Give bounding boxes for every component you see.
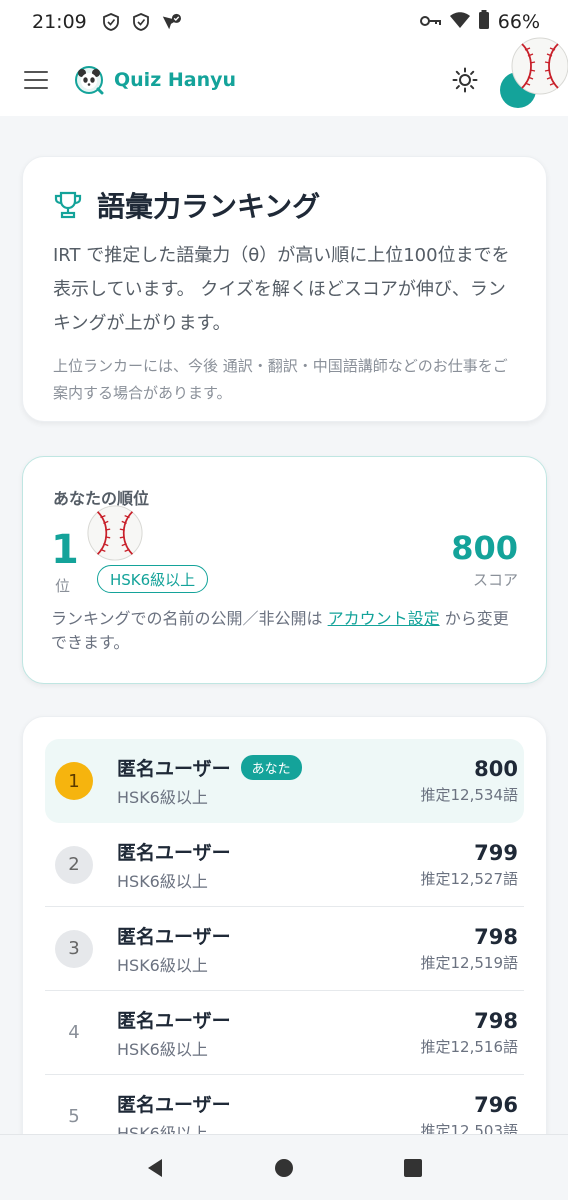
my-rank-number: 1 bbox=[51, 527, 79, 573]
ranking-score: 800 推定12,534語 bbox=[421, 757, 519, 805]
shield-icon bbox=[101, 12, 121, 32]
user-name-row: 匿名ユーザー bbox=[117, 1006, 421, 1033]
my-rank-card: あなたの順位 1 位 HSK6級以上 800 スコア ランキングでの名前の公開／… bbox=[22, 456, 547, 684]
ranking-user: 匿名ユーザー HSK6級以上 bbox=[117, 922, 421, 976]
my-rank-unit: 位 bbox=[55, 577, 71, 595]
user-vocab: 推定12,534語 bbox=[420, 786, 519, 804]
app-notification-icon bbox=[161, 12, 181, 32]
ranking-row[interactable]: 3 匿名ユーザー HSK6級以上 798 推定12,519語 bbox=[45, 907, 524, 991]
panda-logo-icon bbox=[75, 66, 104, 95]
user-name: 匿名ユーザー bbox=[117, 1009, 231, 1032]
status-bar: 21:09 66% bbox=[0, 0, 568, 44]
user-name: 匿名ユーザー bbox=[117, 758, 231, 780]
key-icon bbox=[419, 11, 442, 33]
rank-position: 5 bbox=[68, 1106, 80, 1127]
ranking-user: 匿名ユーザー あなた HSK6級以上 bbox=[117, 754, 421, 808]
user-level: HSK6級以上 bbox=[117, 871, 208, 891]
user-name: 匿名ユーザー bbox=[117, 1093, 231, 1116]
ranking-row[interactable]: 2 匿名ユーザー HSK6級以上 799 推定12,527語 bbox=[45, 823, 524, 907]
visibility-note: ランキングでの名前の公開／非公開は アカウント設定 から変更できます。 bbox=[51, 607, 518, 655]
user-level: HSK6級以上 bbox=[117, 955, 208, 975]
back-icon[interactable] bbox=[141, 1154, 169, 1182]
user-name-row: 匿名ユーザー bbox=[117, 922, 421, 949]
user-name-row: 匿名ユーザー あなた bbox=[117, 754, 421, 781]
user-name-row: 匿名ユーザー bbox=[117, 838, 421, 865]
sun-icon[interactable] bbox=[452, 67, 478, 93]
user-score: 799 bbox=[474, 840, 518, 865]
ranking-row[interactable]: 4 匿名ユーザー HSK6級以上 798 推定12,516語 bbox=[45, 991, 524, 1075]
user-level: HSK6級以上 bbox=[117, 788, 208, 807]
screen: 21:09 66% Quiz Hanyu 語彙力ランキング IRT で推定した語… bbox=[0, 0, 568, 1200]
user-score: 800 bbox=[474, 757, 518, 781]
user-score: 798 bbox=[474, 1008, 518, 1033]
wifi-icon bbox=[449, 11, 470, 34]
intro-title-row: 語彙力ランキング bbox=[53, 185, 516, 225]
app-title: Quiz Hanyu bbox=[114, 69, 237, 91]
user-vocab: 推定12,519語 bbox=[420, 953, 519, 972]
home-icon[interactable] bbox=[270, 1154, 298, 1182]
user-vocab: 推定12,527語 bbox=[420, 869, 519, 888]
app-header: Quiz Hanyu bbox=[0, 44, 568, 116]
my-score-unit: スコア bbox=[472, 571, 518, 589]
user-vocab: 推定12,516語 bbox=[420, 1037, 519, 1056]
ranking-score: 798 推定12,519語 bbox=[421, 925, 519, 973]
ranking-user: 匿名ユーザー HSK6級以上 bbox=[117, 838, 421, 892]
user-score: 798 bbox=[474, 924, 518, 949]
user-name-row: 匿名ユーザー bbox=[117, 1090, 421, 1117]
rank-position: 2 bbox=[55, 845, 93, 884]
user-name: 匿名ユーザー bbox=[117, 925, 231, 948]
my-score: 800 bbox=[451, 529, 518, 567]
shield-icon bbox=[131, 12, 151, 32]
battery-percent: 66% bbox=[497, 11, 540, 33]
ranking-score: 798 推定12,516語 bbox=[421, 1009, 519, 1057]
level-badge: HSK6級以上 bbox=[97, 565, 209, 593]
visibility-text-before: ランキングでの名前の公開／非公開は bbox=[51, 609, 328, 628]
baseball-icon bbox=[511, 37, 568, 95]
ranking-score: 799 推定12,527語 bbox=[421, 841, 519, 889]
intro-note: 上位ランカーには、今後 通訳・翻訳・中国語講師などのお仕事をご案内する場合があり… bbox=[53, 357, 508, 402]
trophy-icon bbox=[54, 191, 82, 219]
user-level: HSK6級以上 bbox=[117, 1039, 208, 1059]
intro-lead: IRT で推定した語彙力（θ）が高い順に上位100位までを表示しています。 クイ… bbox=[53, 245, 510, 334]
you-badge: あなた bbox=[240, 755, 302, 780]
ranking-list: 1 匿名ユーザー あなた HSK6級以上 800 推定12,534語 2 匿名ユー… bbox=[22, 716, 547, 1200]
rank-position: 3 bbox=[55, 929, 93, 968]
baseball-icon bbox=[87, 505, 143, 561]
ranking-user: 匿名ユーザー HSK6級以上 bbox=[117, 1006, 421, 1060]
status-time: 21:09 bbox=[32, 11, 87, 33]
battery-icon bbox=[478, 9, 490, 35]
ranking-intro-card: 語彙力ランキング IRT で推定した語彙力（θ）が高い順に上位100位までを表示… bbox=[22, 156, 547, 422]
user-score: 796 bbox=[474, 1092, 518, 1117]
rank-position: 4 bbox=[68, 1022, 80, 1043]
user-name: 匿名ユーザー bbox=[117, 841, 231, 864]
account-settings-link[interactable]: アカウント設定 bbox=[328, 609, 440, 628]
system-nav-bar bbox=[0, 1134, 568, 1200]
status-right: 66% bbox=[419, 9, 540, 35]
menu-icon[interactable] bbox=[24, 71, 48, 89]
rank-position: 1 bbox=[55, 762, 93, 800]
ranking-row[interactable]: 1 匿名ユーザー あなた HSK6級以上 800 推定12,534語 bbox=[45, 739, 524, 823]
page-title: 語彙力ランキング bbox=[97, 190, 321, 223]
recents-icon[interactable] bbox=[399, 1154, 427, 1182]
